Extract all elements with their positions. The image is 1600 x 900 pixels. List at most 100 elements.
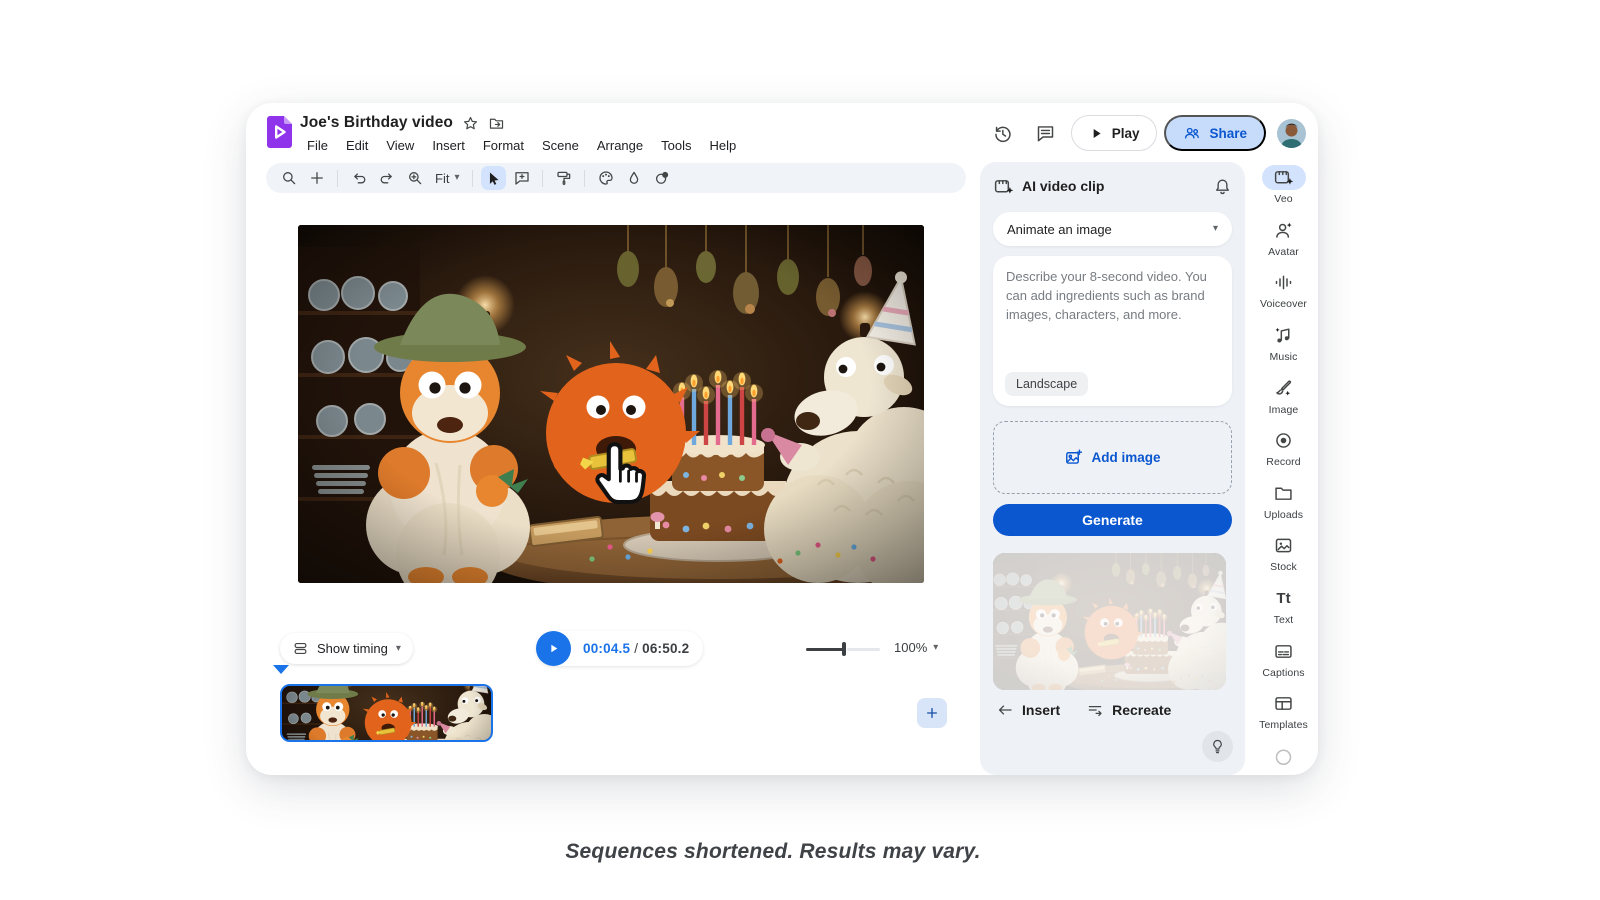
document-title[interactable]: Joe's Birthday video: [300, 114, 453, 132]
current-time: 00:04.5: [583, 641, 630, 656]
slider-handle[interactable]: [842, 642, 846, 656]
redo-icon[interactable]: [374, 166, 399, 190]
menu-insert[interactable]: Insert: [425, 137, 472, 154]
bell-icon[interactable]: [1213, 177, 1232, 196]
account-avatar[interactable]: [1277, 119, 1306, 148]
menu-view[interactable]: View: [379, 137, 421, 154]
select-cursor-tool[interactable]: [481, 166, 506, 190]
record-icon: [1273, 430, 1294, 451]
music-note-icon: [1273, 325, 1294, 346]
panel-actions: Insert Recreate: [993, 701, 1232, 719]
generated-preview-thumbnail[interactable]: [993, 553, 1226, 690]
rail-item-record[interactable]: Record: [1249, 425, 1318, 478]
header-actions: Play Share: [985, 115, 1306, 151]
toolbar: Fit ▾: [266, 163, 966, 193]
rail-item-avatar[interactable]: Avatar: [1249, 215, 1318, 268]
paint-format-icon[interactable]: [551, 166, 576, 190]
app-window: Joe's Birthday video File Edit View Inse…: [246, 103, 1318, 775]
timing-layers-icon: [292, 640, 309, 657]
add-image-icon: [1064, 448, 1083, 467]
feature-rail: Veo Avatar Voiceover Music Image Record: [1249, 162, 1318, 771]
add-image-button[interactable]: Add image: [993, 421, 1232, 494]
search-icon[interactable]: [276, 166, 301, 190]
chevron-down-icon: ▾: [933, 643, 938, 653]
rail-item-uploads[interactable]: Uploads: [1249, 478, 1318, 531]
show-timing-dropdown[interactable]: Show timing ▾: [280, 633, 413, 664]
video-canvas[interactable]: [298, 225, 924, 583]
menu-format[interactable]: Format: [476, 137, 531, 154]
playhead-marker[interactable]: [273, 665, 289, 674]
tips-lightbulb-button[interactable]: [1202, 731, 1233, 762]
play-icon: [1089, 126, 1104, 141]
chevron-down-icon: ▾: [396, 644, 401, 654]
rail-item-veo[interactable]: Veo: [1249, 162, 1318, 215]
menu-scene[interactable]: Scene: [535, 137, 586, 154]
vids-logo-icon[interactable]: [267, 116, 292, 148]
disclaimer-caption: Sequences shortened. Results may vary.: [0, 840, 1546, 864]
rail-item-captions[interactable]: Captions: [1249, 636, 1318, 689]
title-block: Joe's Birthday video File Edit View Inse…: [300, 112, 743, 154]
star-icon[interactable]: [462, 115, 479, 132]
rail-item-image[interactable]: Image: [1249, 373, 1318, 426]
toolbar-divider: [542, 170, 543, 187]
lightbulb-icon: [1209, 738, 1226, 755]
menu-arrange[interactable]: Arrange: [590, 137, 650, 154]
chevron-down-icon: ▾: [1213, 224, 1218, 234]
chevron-down-icon: ▾: [454, 173, 459, 183]
menu-tools[interactable]: Tools: [654, 137, 698, 154]
rail-item-templates[interactable]: Templates: [1249, 688, 1318, 741]
rail-item-text[interactable]: Tt Text: [1249, 583, 1318, 636]
generate-button[interactable]: Generate: [993, 504, 1232, 536]
mode-select-dropdown[interactable]: Animate an image ▾: [993, 212, 1232, 246]
version-history-icon[interactable]: [985, 115, 1021, 151]
captions-icon: [1273, 641, 1294, 662]
toolbar-divider: [584, 170, 585, 187]
insert-plus-icon[interactable]: [304, 166, 329, 190]
window-header: Joe's Birthday video File Edit View Inse…: [246, 103, 1318, 162]
voiceover-waveform-icon: [1273, 272, 1294, 293]
comments-icon[interactable]: [1028, 115, 1064, 151]
recreate-icon: [1086, 701, 1104, 719]
avatar-person-icon: [1273, 220, 1294, 241]
menubar: File Edit View Insert Format Scene Arran…: [300, 137, 743, 154]
text-icon: Tt: [1276, 591, 1290, 606]
prompt-card: Landscape: [993, 256, 1232, 406]
menu-file[interactable]: File: [300, 137, 335, 154]
timeline-play-button[interactable]: [536, 631, 571, 666]
rail-item-stock[interactable]: Stock: [1249, 530, 1318, 583]
zoom-level-dropdown[interactable]: 100% ▾: [894, 640, 938, 655]
timecode: 00:04.5/06:50.2: [583, 641, 689, 656]
templates-icon: [1273, 693, 1294, 714]
orientation-chip[interactable]: Landscape: [1005, 372, 1088, 396]
image-ai-icon: [1273, 378, 1294, 399]
zoom-in-icon[interactable]: [402, 166, 427, 190]
play-icon: [547, 642, 560, 655]
rail-partial-icon: [1273, 745, 1294, 771]
undo-icon[interactable]: [346, 166, 371, 190]
ai-video-clip-icon: [993, 176, 1014, 197]
recreate-button[interactable]: Recreate: [1086, 701, 1171, 719]
timeline-zoom-slider[interactable]: [806, 641, 880, 657]
play-button[interactable]: Play: [1071, 115, 1158, 151]
rail-item-voiceover[interactable]: Voiceover: [1249, 267, 1318, 320]
menu-edit[interactable]: Edit: [339, 137, 375, 154]
playback-pill: 00:04.5/06:50.2: [536, 631, 703, 666]
timeline-clip-thumbnail[interactable]: [280, 684, 493, 742]
droplet-icon[interactable]: [621, 166, 646, 190]
fit-dropdown[interactable]: Fit ▾: [430, 171, 464, 186]
ai-video-clip-panel: AI video clip Animate an image ▾ Landsca…: [980, 162, 1245, 775]
palette-icon[interactable]: [593, 166, 618, 190]
menu-help[interactable]: Help: [702, 137, 743, 154]
insert-button[interactable]: Insert: [996, 701, 1060, 719]
add-comment-icon[interactable]: [509, 166, 534, 190]
arrow-left-icon: [996, 701, 1014, 719]
preview-loading-overlay: [993, 553, 1226, 690]
move-folder-icon[interactable]: [488, 115, 505, 132]
rail-item-music[interactable]: Music: [1249, 320, 1318, 373]
toolbar-divider: [472, 170, 473, 187]
add-scene-button[interactable]: [917, 698, 947, 728]
total-time: 06:50.2: [642, 641, 689, 656]
plus-icon: [924, 705, 940, 721]
share-button[interactable]: Share: [1164, 115, 1266, 151]
background-remove-icon[interactable]: [649, 166, 674, 190]
